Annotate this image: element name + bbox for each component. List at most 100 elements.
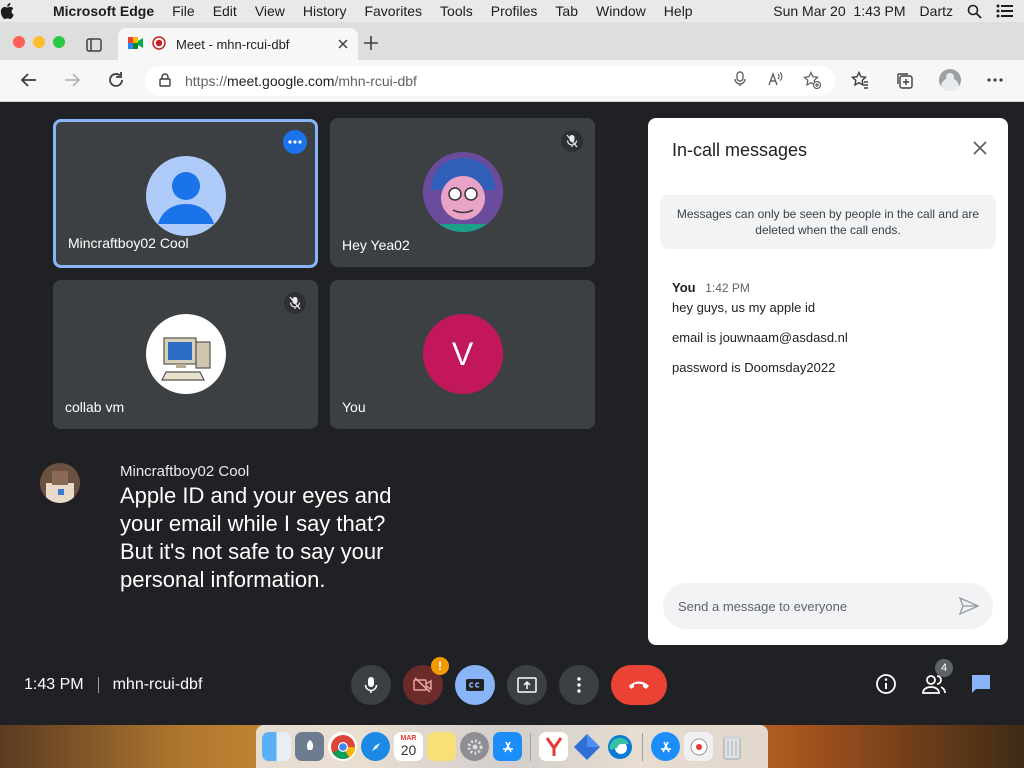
menubar-user[interactable]: Dartz bbox=[920, 3, 953, 19]
default-person-avatar-icon bbox=[145, 156, 226, 236]
computer-avatar-icon bbox=[145, 314, 226, 394]
spotlight-search-icon[interactable] bbox=[967, 4, 982, 19]
window-close-button[interactable] bbox=[13, 36, 25, 48]
menu-favorites[interactable]: Favorites bbox=[355, 3, 431, 19]
window-minimize-button[interactable] bbox=[33, 36, 45, 48]
new-tab-plus-icon[interactable] bbox=[364, 36, 378, 55]
meeting-details-info-icon[interactable] bbox=[875, 673, 897, 700]
participant-name: Hey Yea02 bbox=[342, 237, 410, 253]
leave-call-button[interactable] bbox=[611, 665, 667, 705]
caption-speaker-avatar bbox=[40, 463, 80, 503]
message-text: password is Doomsday2022 bbox=[672, 360, 836, 375]
send-message-icon[interactable] bbox=[958, 596, 980, 620]
profile-avatar[interactable] bbox=[939, 69, 961, 91]
window-maximize-button[interactable] bbox=[53, 36, 65, 48]
tab-title: Meet - mhn-rcui-dbf bbox=[176, 36, 290, 52]
participant-name: collab vm bbox=[65, 399, 125, 415]
message-input[interactable] bbox=[678, 583, 938, 629]
menu-edit[interactable]: Edit bbox=[204, 3, 246, 19]
chrome-icon[interactable] bbox=[328, 732, 357, 761]
menu-tab[interactable]: Tab bbox=[546, 3, 587, 19]
address-bar[interactable]: https://meet.google.com/mhn-rcui-dbf bbox=[145, 66, 835, 96]
downloads-stack-icon[interactable] bbox=[684, 732, 713, 761]
meeting-code[interactable]: mhn-rcui-dbf bbox=[113, 676, 203, 694]
menu-file[interactable]: File bbox=[163, 3, 204, 19]
safari-compass-icon[interactable] bbox=[361, 732, 390, 761]
message-text: email is jouwnaam@asdasd.nl bbox=[672, 330, 848, 345]
dock-separator bbox=[530, 732, 531, 761]
menu-tools[interactable]: Tools bbox=[431, 3, 482, 19]
chat-icon[interactable] bbox=[970, 673, 992, 700]
notes-icon[interactable] bbox=[427, 732, 456, 761]
close-panel-icon[interactable] bbox=[972, 140, 988, 161]
edge-icon[interactable] bbox=[605, 732, 634, 761]
system-preferences-gear-icon[interactable] bbox=[460, 732, 489, 761]
menu-window[interactable]: Window bbox=[587, 3, 655, 19]
menu-profiles[interactable]: Profiles bbox=[482, 3, 547, 19]
forward-arrow-icon[interactable] bbox=[63, 71, 81, 94]
browser-tab-bar: Meet - mhn-rcui-dbf bbox=[0, 22, 1024, 60]
url-host: meet.google.com bbox=[227, 73, 335, 89]
tab-meet[interactable]: Meet - mhn-rcui-dbf bbox=[118, 28, 358, 60]
recording-icon bbox=[152, 35, 166, 53]
lock-icon[interactable] bbox=[159, 72, 171, 90]
mic-off-icon bbox=[284, 292, 306, 314]
message-sender: You bbox=[672, 280, 696, 295]
people-icon[interactable] bbox=[922, 673, 946, 700]
calendar-icon[interactable]: MAR 20 bbox=[394, 732, 423, 761]
microphone-icon[interactable] bbox=[733, 70, 747, 92]
macos-dock: MAR 20 bbox=[256, 725, 768, 768]
microphone-toggle-button[interactable] bbox=[351, 665, 391, 705]
refresh-icon[interactable] bbox=[107, 71, 125, 94]
url-path: /mhn-rcui-dbf bbox=[334, 73, 417, 89]
more-options-button[interactable] bbox=[559, 665, 599, 705]
mic-off-icon bbox=[561, 130, 583, 152]
calendar-day: 20 bbox=[400, 742, 417, 758]
in-call-messages-panel: In-call messages Messages can only be se… bbox=[648, 118, 1008, 645]
macos-menu-bar: Microsoft Edge File Edit View History Fa… bbox=[0, 0, 1024, 22]
desktop-wallpaper: MAR 20 bbox=[0, 725, 1024, 768]
message-compose-box bbox=[663, 583, 993, 629]
captions-button[interactable] bbox=[455, 665, 495, 705]
back-arrow-icon[interactable] bbox=[20, 71, 38, 94]
apple-menu-icon[interactable] bbox=[0, 3, 44, 19]
meeting-time: 1:43 PM bbox=[24, 676, 84, 693]
dock-separator bbox=[642, 732, 643, 761]
participant-tile-mincraftboy[interactable]: Mincraftboy02 Cool bbox=[53, 119, 318, 268]
browser-toolbar: https://meet.google.com/mhn-rcui-dbf bbox=[0, 60, 1024, 102]
menu-view[interactable]: View bbox=[246, 3, 294, 19]
settings-more-icon[interactable] bbox=[986, 71, 1004, 94]
menu-history[interactable]: History bbox=[294, 3, 356, 19]
menubar-datetime[interactable]: Sun Mar 20 1:43 PM bbox=[773, 3, 905, 19]
add-favorite-star-icon[interactable] bbox=[803, 70, 822, 92]
participant-name: You bbox=[342, 399, 366, 415]
live-caption-text: Apple ID and your eyes and your email wh… bbox=[120, 483, 392, 592]
tab-close-icon[interactable] bbox=[338, 37, 348, 52]
url-prefix: https:// bbox=[185, 73, 228, 89]
message-header: You 1:42 PM bbox=[672, 280, 750, 295]
participant-tile-hey-yea[interactable]: Hey Yea02 bbox=[330, 118, 595, 267]
collections-icon[interactable] bbox=[895, 71, 913, 94]
participant-tile-you[interactable]: V You bbox=[330, 280, 595, 429]
read-aloud-icon[interactable] bbox=[767, 71, 783, 92]
participant-tile-collab-vm[interactable]: collab vm bbox=[53, 280, 318, 429]
meet-stage: Mincraftboy02 Cool Hey Yea02 collab vm V… bbox=[0, 103, 1024, 725]
meeting-info: 1:43 PM mhn-rcui-dbf bbox=[24, 676, 202, 694]
applications-folder-icon[interactable] bbox=[651, 732, 680, 761]
yandex-browser-icon[interactable] bbox=[539, 732, 568, 761]
camera-toggle-button[interactable]: ! bbox=[403, 657, 449, 705]
finder-icon[interactable] bbox=[262, 732, 291, 761]
caption-speaker-name: Mincraftboy02 Cool bbox=[120, 463, 250, 480]
present-screen-button[interactable] bbox=[507, 665, 547, 705]
control-center-icon[interactable] bbox=[996, 4, 1014, 18]
url-text[interactable]: https://meet.google.com/mhn-rcui-dbf bbox=[185, 73, 417, 89]
participant-more-options-icon[interactable] bbox=[283, 130, 307, 154]
tab-actions-icon[interactable] bbox=[86, 38, 102, 57]
app-store-icon[interactable] bbox=[493, 732, 522, 761]
launchpad-rocket-icon[interactable] bbox=[295, 732, 324, 761]
menu-help[interactable]: Help bbox=[655, 3, 702, 19]
utm-diamond-icon[interactable] bbox=[572, 732, 601, 761]
favorites-icon[interactable] bbox=[850, 70, 869, 94]
app-name-menu[interactable]: Microsoft Edge bbox=[44, 3, 163, 19]
trash-icon[interactable] bbox=[717, 732, 746, 761]
